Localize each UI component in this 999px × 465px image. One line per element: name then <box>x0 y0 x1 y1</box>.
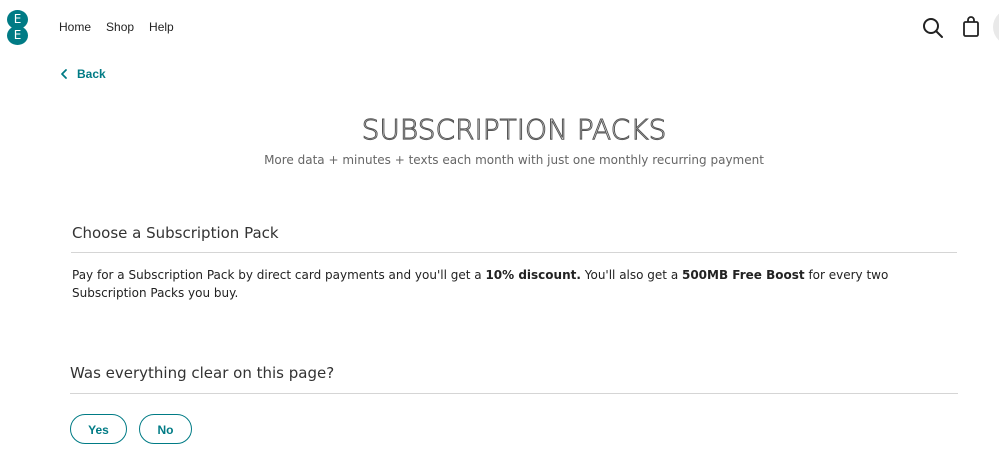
page: E E Home Shop Help Back SUBSCRIPTION PAC… <box>0 0 999 465</box>
feedback-yes-button[interactable]: Yes <box>70 414 127 444</box>
back-label: Back <box>77 67 106 81</box>
body-boost-highlight: 500MB Free Boost <box>681 268 805 282</box>
section-body: Pay for a Subscription Pack by direct ca… <box>72 266 952 302</box>
feedback-no-button[interactable]: No <box>139 414 192 444</box>
feedback-question: Was everything clear on this page? <box>70 364 335 382</box>
main-nav: Home Shop Help <box>59 19 189 35</box>
body-text-part2: You'll also get a <box>580 268 682 282</box>
nav-item-help[interactable]: Help <box>149 19 174 35</box>
ee-logo[interactable]: E E <box>7 10 28 45</box>
body-text-part1: Pay for a Subscription Pack by direct ca… <box>72 268 486 282</box>
feedback-divider <box>70 393 958 394</box>
logo-letter-bottom: E <box>7 26 28 45</box>
avatar[interactable] <box>993 9 999 45</box>
back-link[interactable]: Back <box>60 67 106 81</box>
search-icon[interactable] <box>922 17 944 39</box>
body-discount-highlight: 10% discount. <box>485 268 581 282</box>
section-divider <box>71 252 957 253</box>
site-header: E E Home Shop Help <box>0 0 999 56</box>
nav-item-home[interactable]: Home <box>59 19 91 35</box>
page-subtitle: More data + minutes + texts each month w… <box>264 153 764 167</box>
section-title: Choose a Subscription Pack <box>72 224 279 242</box>
page-title: SUBSCRIPTION PACKS <box>361 113 667 147</box>
chevron-left-icon <box>60 67 70 81</box>
nav-item-shop[interactable]: Shop <box>106 19 134 35</box>
shopping-bag-icon[interactable] <box>962 16 980 38</box>
